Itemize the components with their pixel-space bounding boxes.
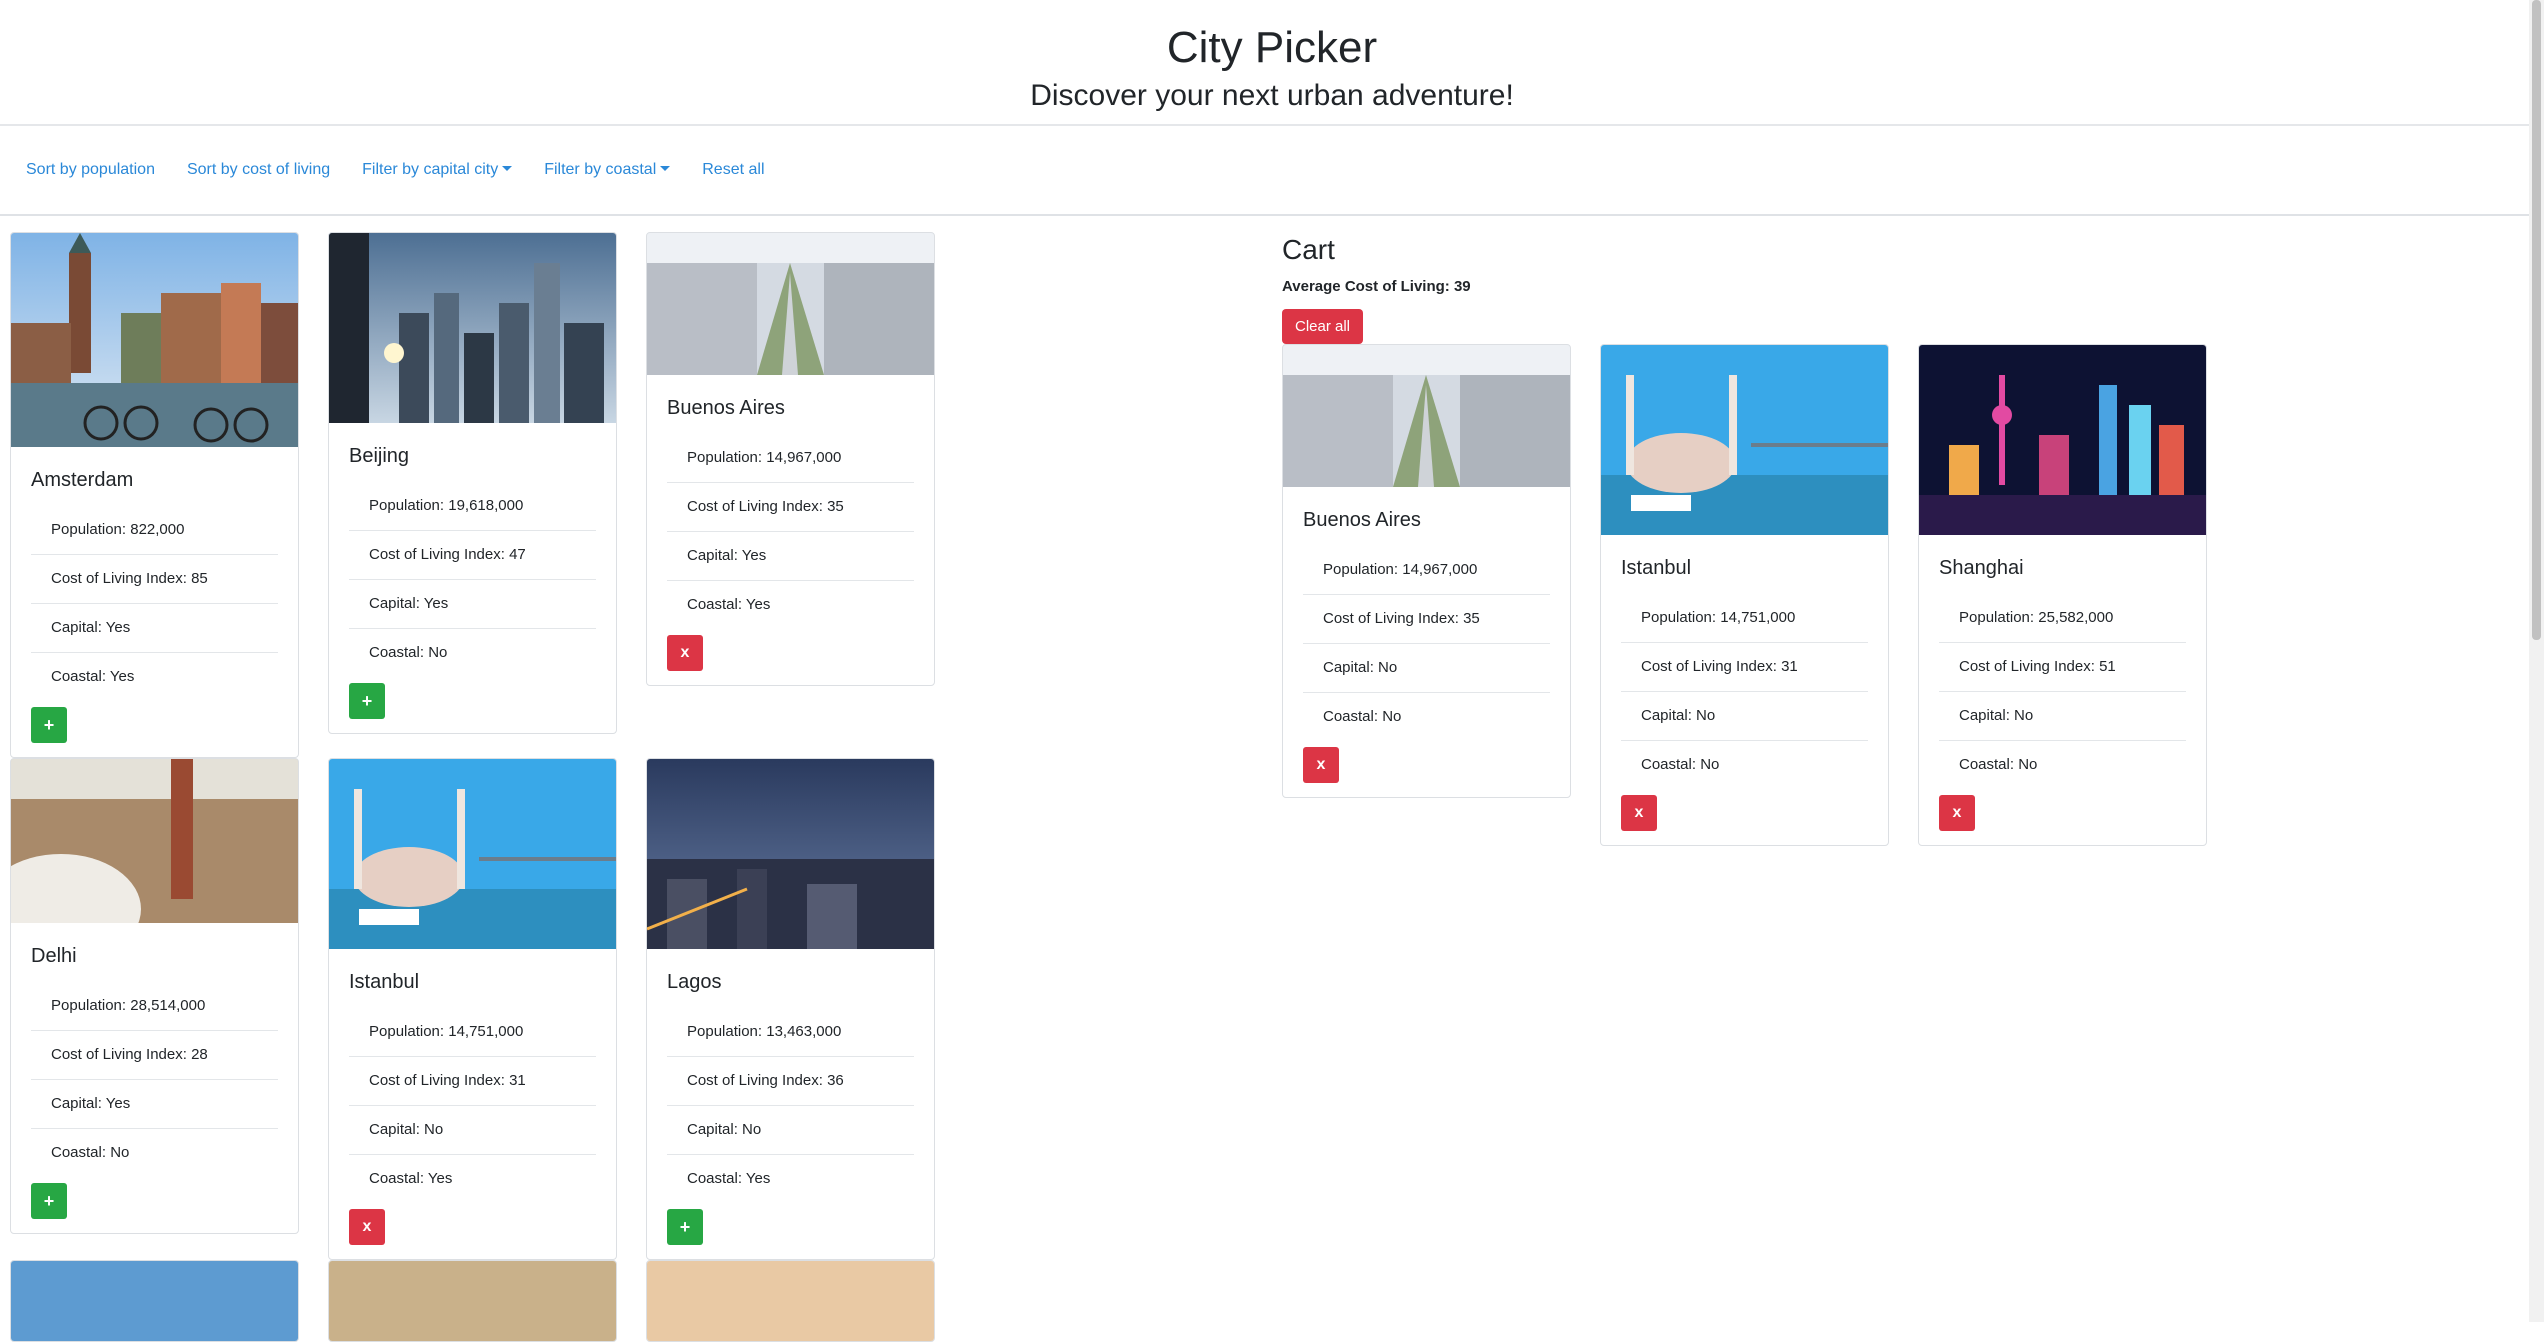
city-card-partial [10,1260,299,1342]
city-capital: Capital: No [667,1106,914,1155]
city-capital: Capital: Yes [349,580,596,629]
city-coastal: Coastal: Yes [51,668,135,685]
city-coastal: Coastal: No [1323,708,1402,725]
city-cost: Cost of Living Index: 51 [1939,643,2186,692]
cart-panel: Cart Average Cost of Living: 39 Clear al… [1282,232,2222,846]
filter-capital-label: Filter by capital city [362,161,499,178]
remove-button[interactable]: x [349,1209,385,1245]
city-name: Delhi [31,945,77,967]
city-name: Shanghai [1939,557,2024,579]
buenos-aires-image [647,233,934,375]
city-capital: Capital: No [349,1106,596,1155]
city-cost: Cost of Living Index: 31 [349,1057,596,1106]
remove-from-cart-button[interactable]: x [1621,795,1657,831]
amsterdam-image [11,233,298,447]
city-cost: Cost of Living Index: 47 [349,531,596,580]
toolbar: Sort by population Sort by cost of livin… [0,126,2544,216]
city-coastal: Coastal: Yes [687,596,771,613]
city-image [329,1261,616,1341]
clear-all-button[interactable]: Clear all [1282,309,1364,344]
city-coastal: Coastal: No [369,644,448,661]
remove-from-cart-button[interactable]: x [1303,747,1339,783]
city-cost: Cost of Living Index: 35 [1303,595,1550,644]
add-to-cart-button[interactable]: + [31,1183,67,1219]
city-name: Istanbul [349,971,420,993]
istanbul-image [329,759,616,949]
page-header: City Picker Discover your next urban adv… [0,0,2544,126]
city-capital: Capital: Yes [31,604,278,653]
sort-population-link[interactable]: Sort by population [26,161,155,179]
city-population: Population: 14,751,000 [1621,594,1868,643]
city-name: Lagos [667,971,722,993]
city-population: Population: 14,751,000 [349,1008,596,1057]
add-to-cart-button[interactable]: + [667,1209,703,1245]
add-to-cart-button[interactable]: + [31,707,67,743]
city-card-lagos: Lagos Population: 13,463,000 Cost of Liv… [646,758,935,1260]
city-name: Amsterdam [31,469,134,491]
city-card-delhi: Delhi Population: 28,514,000 Cost of Liv… [10,758,299,1234]
cart-item-buenos-aires: Buenos Aires Population: 14,967,000 Cost… [1282,344,1571,798]
sort-cost-link[interactable]: Sort by cost of living [187,161,330,179]
city-population: Population: 19,618,000 [349,482,596,531]
page-title: City Picker [1166,23,1378,72]
city-name: Buenos Aires [1303,509,1421,531]
reset-all-link[interactable]: Reset all [702,161,764,179]
average-cost-text: Average Cost of Living: 39 [1282,278,1471,295]
cart-item-istanbul: Istanbul Population: 14,751,000 Cost of … [1600,344,1889,846]
city-population: Population: 14,967,000 [1303,546,1550,595]
city-cost: Cost of Living Index: 36 [667,1057,914,1106]
delhi-image [11,759,298,923]
city-cost: Cost of Living Index: 35 [667,483,914,532]
city-card-amsterdam: Amsterdam Population: 822,000 Cost of Li… [10,232,299,758]
page-subtitle: Discover your next urban adventure! [1030,79,1514,112]
city-card-partial [328,1260,617,1342]
city-name: Beijing [349,445,410,467]
filter-coastal-dropdown[interactable]: Filter by coastal [544,161,671,179]
city-population: Population: 13,463,000 [667,1008,914,1057]
city-coastal: Coastal: Yes [687,1170,771,1187]
shanghai-image [1919,345,2206,535]
city-coastal: Coastal: Yes [369,1170,453,1187]
city-capital: Capital: No [1303,644,1550,693]
city-name: Istanbul [1621,557,1692,579]
city-card-beijing: Beijing Population: 19,618,000 Cost of L… [328,232,617,734]
istanbul-image [1601,345,1888,535]
filter-coastal-label: Filter by coastal [544,161,657,178]
remove-from-cart-button[interactable]: x [1939,795,1975,831]
cart-title: Cart [1282,234,1335,265]
city-population: Population: 14,967,000 [667,434,914,483]
city-coastal: Coastal: No [1959,756,2038,773]
city-population: Population: 25,582,000 [1939,594,2186,643]
add-to-cart-button[interactable]: + [349,683,385,719]
city-capital: Capital: No [1621,692,1868,741]
city-capital: Capital: Yes [31,1080,278,1129]
city-population: Population: 822,000 [31,506,278,555]
city-card-buenos-aires: Buenos Aires Population: 14,967,000 Cost… [646,232,935,686]
beijing-image [329,233,616,423]
city-image [11,1261,298,1341]
city-population: Population: 28,514,000 [31,982,278,1031]
lagos-image [647,759,934,949]
page-scrollbar[interactable] [2529,0,2544,1322]
city-cost: Cost of Living Index: 28 [31,1031,278,1080]
city-card-partial [646,1260,935,1342]
city-cost: Cost of Living Index: 85 [31,555,278,604]
city-coastal: Coastal: No [51,1144,130,1161]
city-coastal: Coastal: No [1641,756,1720,773]
filter-capital-dropdown[interactable]: Filter by capital city [362,161,513,179]
city-image [647,1261,934,1341]
city-capital: Capital: No [1939,692,2186,741]
city-capital: Capital: Yes [667,532,914,581]
chevron-down-icon [660,165,671,171]
remove-button[interactable]: x [667,635,703,671]
city-name: Buenos Aires [667,397,785,419]
scrollbar-thumb[interactable] [2532,0,2541,640]
city-card-istanbul: Istanbul Population: 14,751,000 Cost of … [328,758,617,1260]
buenos-aires-image [1283,345,1570,487]
chevron-down-icon [502,165,513,171]
city-cost: Cost of Living Index: 31 [1621,643,1868,692]
cart-item-shanghai: Shanghai Population: 25,582,000 Cost of … [1918,344,2207,846]
